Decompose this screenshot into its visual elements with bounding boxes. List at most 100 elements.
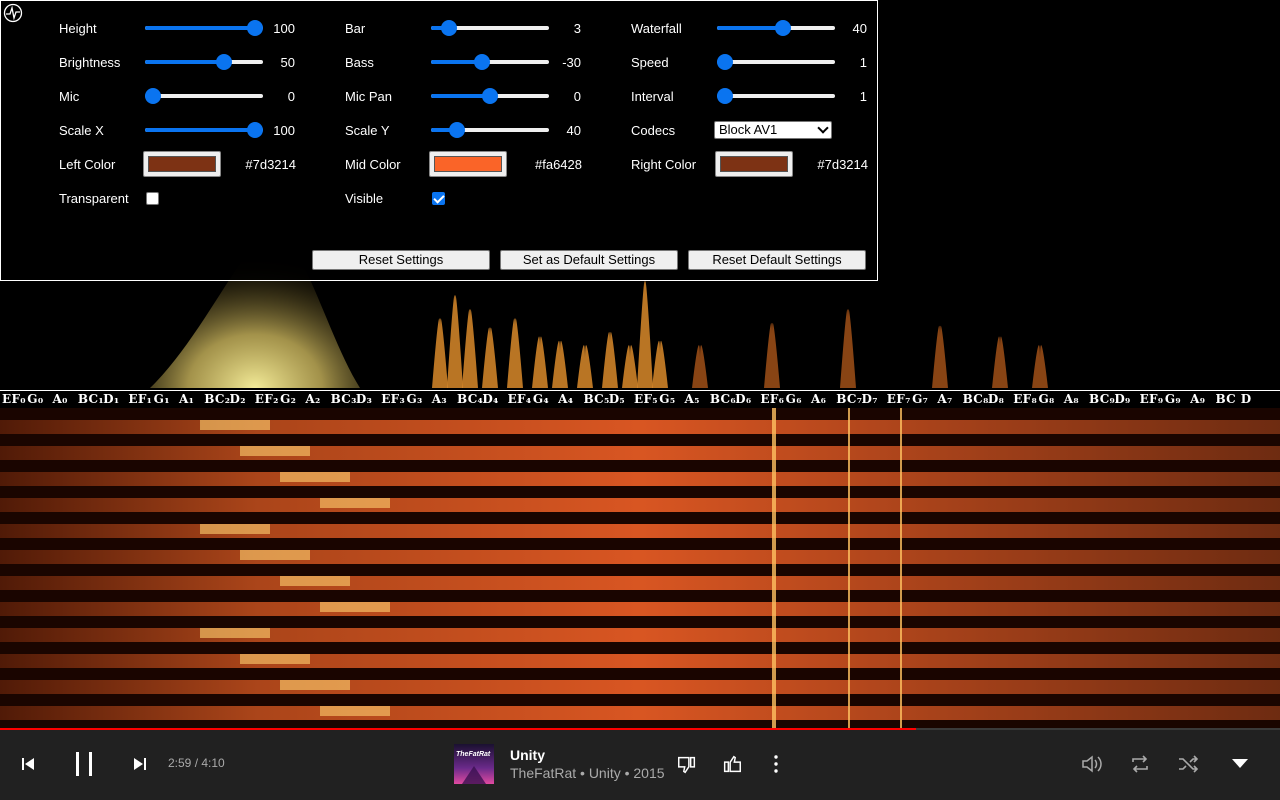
- codecs-selected-value: Block AV1: [719, 122, 778, 137]
- repeat-icon[interactable]: [1128, 752, 1152, 776]
- note-label: EF₉: [1139, 392, 1164, 406]
- mid-color-picker[interactable]: [429, 151, 507, 177]
- note-label: BC₈: [962, 392, 989, 406]
- note-label: G₃: [406, 392, 423, 406]
- note-label: G₈: [1038, 392, 1055, 406]
- shuffle-icon[interactable]: [1176, 752, 1200, 776]
- visible-checkbox[interactable]: [432, 192, 445, 205]
- left-color-picker[interactable]: [143, 151, 221, 177]
- mic-value: 0: [287, 89, 295, 104]
- note-label: A₂: [305, 392, 321, 406]
- note-label: EF₄: [507, 392, 532, 406]
- song-subtitle[interactable]: TheFatRat • Unity • 2015: [510, 765, 665, 781]
- bar-label: Bar: [345, 21, 366, 36]
- note-label: D₈: [987, 392, 1005, 406]
- song-title[interactable]: Unity: [510, 747, 545, 763]
- right-color-value: #7d3214: [817, 157, 868, 172]
- note-label: BC₇: [836, 392, 863, 406]
- note-label: G₀: [27, 392, 44, 406]
- dislike-icon[interactable]: [676, 754, 698, 776]
- note-label: D: [1240, 392, 1252, 406]
- bar-slider[interactable]: [431, 20, 549, 36]
- reset-settings-button[interactable]: Reset Settings: [312, 250, 490, 270]
- pause-icon[interactable]: [72, 750, 96, 778]
- transparent-checkbox[interactable]: [146, 192, 159, 205]
- note-label: A₄: [558, 392, 574, 406]
- note-label: A₆: [810, 392, 827, 406]
- note-label: G₂: [280, 392, 297, 406]
- mic-pan-value: 0: [573, 89, 581, 104]
- mid-color-label: Mid Color: [345, 157, 401, 172]
- note-label: G₇: [912, 392, 929, 406]
- scale-x-value: 100: [273, 123, 295, 138]
- waterfall-slider[interactable]: [717, 20, 835, 36]
- right-color-picker[interactable]: [715, 151, 793, 177]
- note-label: EF₁: [128, 392, 153, 406]
- bass-label: Bass: [345, 55, 374, 70]
- skip-previous-icon[interactable]: [20, 756, 36, 772]
- bar-value: 3: [573, 21, 581, 36]
- scale-y-label: Scale Y: [345, 123, 390, 138]
- note-label: D₉: [1114, 392, 1131, 406]
- note-label: BC₄: [457, 392, 484, 406]
- visible-label: Visible: [345, 191, 384, 206]
- mid-color-value: #fa6428: [535, 157, 582, 172]
- interval-slider[interactable]: [717, 88, 835, 104]
- note-label: BC: [1215, 392, 1236, 406]
- visualizer-logo-icon[interactable]: [3, 3, 23, 23]
- brightness-slider[interactable]: [145, 54, 263, 70]
- reset-default-settings-button[interactable]: Reset Default Settings: [688, 250, 866, 270]
- left-color-value: #7d3214: [245, 157, 296, 172]
- mic-slider[interactable]: [145, 88, 263, 104]
- interval-label: Interval: [631, 89, 674, 104]
- note-label: EF₆: [760, 392, 785, 406]
- note-label: EF₈: [1013, 392, 1038, 406]
- note-label: EF₃: [381, 392, 406, 406]
- note-label: D₇: [861, 392, 878, 406]
- scale-y-value: 40: [566, 123, 581, 138]
- note-label: BC₅: [583, 392, 610, 406]
- more-icon[interactable]: [768, 754, 784, 774]
- left-color-label: Left Color: [59, 157, 116, 172]
- note-label: G₅: [659, 392, 676, 406]
- mic-pan-label: Mic Pan: [345, 89, 392, 104]
- note-label: G₆: [785, 392, 802, 406]
- bass-slider[interactable]: [431, 54, 549, 70]
- note-label: EF₂: [254, 392, 279, 406]
- scale-x-label: Scale X: [59, 123, 104, 138]
- album-art: TheFatRat: [454, 744, 494, 784]
- note-label: BC₆: [709, 392, 736, 406]
- time-display: 2:59 / 4:10: [168, 756, 225, 770]
- brightness-label: Brightness: [59, 55, 121, 70]
- note-label: G₉: [1164, 392, 1181, 406]
- like-icon[interactable]: [721, 753, 743, 775]
- codecs-select[interactable]: Block AV1: [714, 121, 832, 139]
- expand-icon[interactable]: [1230, 756, 1250, 770]
- note-label: EF₇: [886, 392, 911, 406]
- note-label: G₁: [153, 392, 170, 406]
- speed-value: 1: [859, 55, 867, 70]
- scale-x-slider[interactable]: [145, 122, 263, 138]
- mic-label: Mic: [59, 89, 80, 104]
- skip-next-icon[interactable]: [132, 756, 148, 772]
- speed-slider[interactable]: [717, 54, 835, 70]
- settings-panel: Height 100 Brightness 50 Mic 0 Scale X 1…: [0, 0, 878, 281]
- player-bar: 2:59 / 4:10 TheFatRat Unity TheFatRat • …: [0, 730, 1280, 800]
- album-art-logo: TheFatRat: [456, 751, 491, 758]
- volume-icon[interactable]: [1080, 752, 1104, 776]
- note-label: BC₁: [77, 392, 104, 406]
- note-label: A₈: [1063, 392, 1079, 406]
- mic-pan-slider[interactable]: [431, 88, 549, 104]
- note-scale: EF₀ G₀ A₀ BC₁ D₁ EF₁ G₁ A₁ BC₂ D₂ EF₂ G₂ A₂ BC₃ D₃ EF₃ G…: [0, 388, 1280, 408]
- right-color-label: Right Color: [631, 157, 697, 172]
- note-axis-line: [0, 390, 1280, 391]
- note-label: D₄: [482, 392, 499, 406]
- scale-y-slider[interactable]: [431, 122, 549, 138]
- note-label: A₅: [684, 392, 700, 406]
- note-label: EF₅: [634, 392, 658, 406]
- height-slider[interactable]: [145, 20, 263, 36]
- note-label: BC₃: [330, 392, 357, 406]
- set-default-settings-button[interactable]: Set as Default Settings: [500, 250, 678, 270]
- codecs-label: Codecs: [631, 123, 676, 138]
- note-label: BC₂: [204, 392, 231, 406]
